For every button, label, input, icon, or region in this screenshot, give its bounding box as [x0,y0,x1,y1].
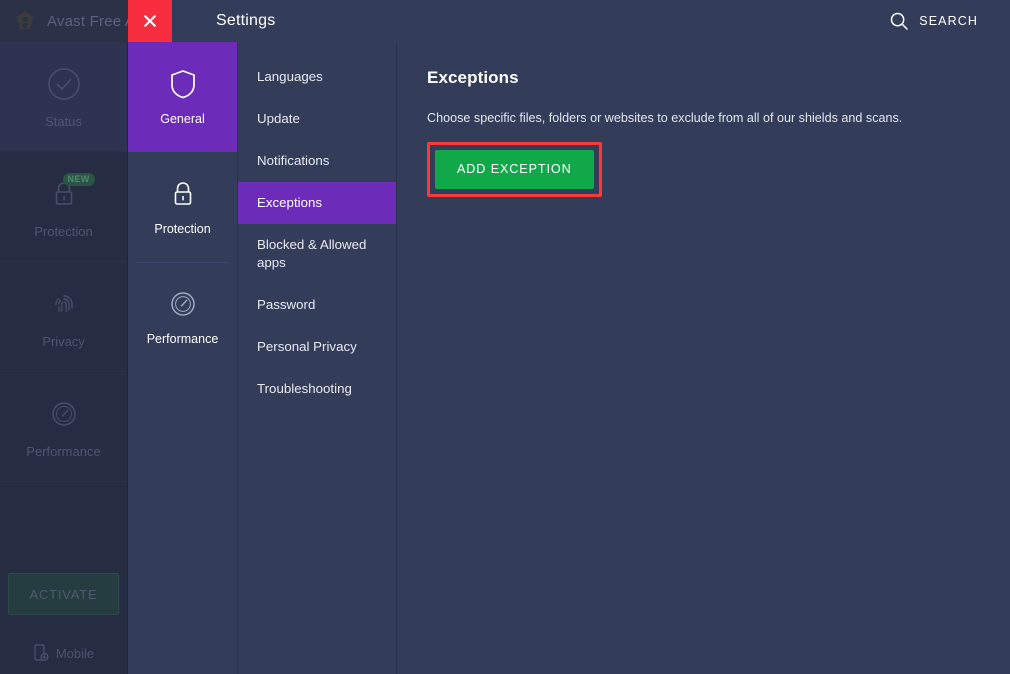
speedometer-icon [166,287,200,321]
activate-button[interactable]: ACTIVATE [8,573,119,615]
submenu-item-exceptions[interactable]: Exceptions [238,181,396,224]
add-exception-button[interactable]: ADD EXCEPTION [435,149,594,189]
settings-titlebar: Settings SEARCH [128,0,1010,42]
avast-settings-screen: Avast Free A Status NEW Protection Priva… [0,0,1010,674]
search-icon [889,11,909,31]
tab-label: Performance [146,332,219,346]
background-app-title: Avast Free A [47,12,135,30]
page-description: Choose specific files, folders or websit… [427,111,903,125]
shield-icon [166,67,200,101]
lock-icon [166,177,200,211]
add-exception-highlight: ADD EXCEPTION [427,141,602,197]
close-button[interactable] [128,0,172,42]
tab-label: General [160,112,205,126]
sidebar-item-label: Privacy [42,334,85,349]
sidebar-item-label: Performance [26,444,101,459]
settings-window-title: Settings [216,12,276,29]
lock-icon: NEW [45,173,95,213]
search-button[interactable]: SEARCH [889,0,978,42]
submenu-item-blocked-allowed-apps[interactable]: Blocked & Allowed apps [238,224,396,284]
speedometer-icon [45,395,83,433]
mobile-link[interactable]: Mobile [0,633,127,673]
avast-logo-icon [13,9,37,33]
submenu-item-personal-privacy[interactable]: Personal Privacy [238,326,396,368]
new-badge: NEW [62,173,95,186]
sidebar-item-performance[interactable]: Performance [0,372,127,482]
search-label: SEARCH [919,14,978,28]
sidebar-item-privacy[interactable]: Privacy [0,262,127,372]
settings-submenu-column: Languages Update Notifications Exception… [238,42,397,674]
tab-protection[interactable]: Protection [128,152,237,262]
background-app-sidebar: Status NEW Protection Privacy Performanc… [0,42,128,674]
sidebar-item-label: Status [45,114,82,129]
check-circle-icon [45,65,83,103]
mobile-add-icon [33,644,49,662]
close-icon [142,13,158,29]
tab-label: Protection [154,222,211,236]
submenu-item-languages[interactable]: Languages [238,56,396,98]
submenu-item-troubleshooting[interactable]: Troubleshooting [238,368,396,410]
page-title: Exceptions [427,68,519,87]
submenu-item-notifications[interactable]: Notifications [238,140,396,182]
submenu-item-password[interactable]: Password [238,284,396,326]
fingerprint-icon [45,285,83,323]
submenu-item-update[interactable]: Update [238,98,396,140]
sidebar-item-status[interactable]: Status [0,42,127,152]
sidebar-item-label: Protection [34,224,93,239]
tab-performance[interactable]: Performance [128,262,237,372]
sidebar-item-protection[interactable]: NEW Protection [0,152,127,262]
mobile-label: Mobile [55,645,95,661]
tab-general[interactable]: General [128,42,237,152]
settings-content-panel: Exceptions Choose specific files, folder… [397,42,1010,674]
settings-window: Settings SEARCH General Protection Perfo… [128,0,1010,674]
settings-category-column: General Protection Performance [128,42,238,674]
